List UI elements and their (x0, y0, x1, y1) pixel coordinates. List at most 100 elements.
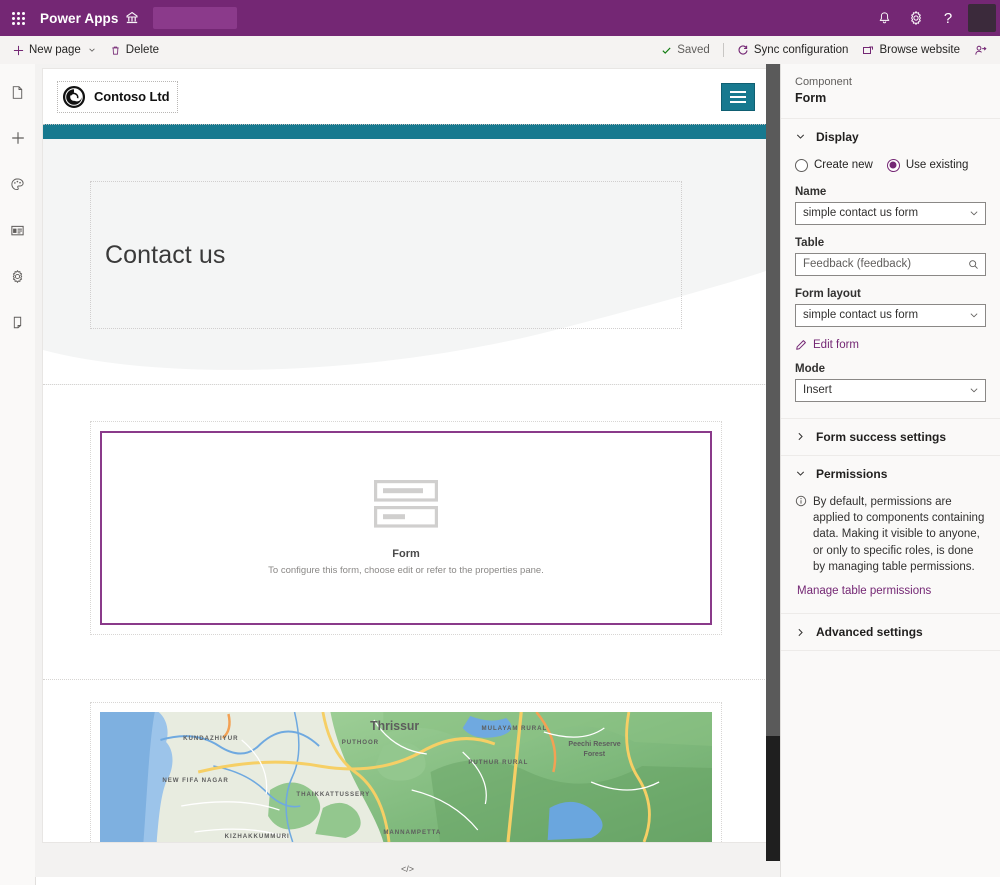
theme-palette-icon (11, 177, 24, 190)
accordion-permissions-body: By default, permissions are applied to c… (781, 494, 1000, 614)
brand-title[interactable]: Power Apps (40, 11, 119, 26)
mode-dropdown[interactable]: Insert (795, 378, 986, 402)
sidebar-item-pages[interactable] (2, 76, 34, 108)
delete-button[interactable]: Delete (103, 37, 166, 63)
code-view-icon[interactable]: </> (401, 864, 414, 874)
accordion-advanced-header[interactable]: Advanced settings (781, 614, 1000, 650)
delete-label: Delete (125, 44, 160, 56)
form-section: Form To configure this form, choose edit… (43, 385, 769, 680)
contoso-logo-icon (62, 85, 86, 108)
accordion-advanced: Advanced settings (781, 614, 1000, 652)
manage-table-permissions-link[interactable]: Manage table permissions (797, 585, 931, 597)
browse-website-label: Browse website (879, 44, 960, 56)
name-dropdown[interactable]: simple contact us form (795, 201, 986, 225)
hero-text-block[interactable]: Contact us (90, 181, 682, 329)
table-value: Feedback (feedback) (803, 258, 912, 271)
design-canvas[interactable]: Contoso Ltd Contact us Form To configure… (35, 64, 780, 877)
svg-text:KIZHAKKUMMURI: KIZHAKKUMMURI (225, 833, 290, 840)
mode-label: Mode (795, 362, 826, 375)
chevron-down-icon (970, 388, 978, 393)
name-label: Name (795, 185, 827, 198)
accordion-form-success-header[interactable]: Form success settings (781, 419, 1000, 455)
command-divider (722, 43, 724, 57)
map-label-thrissur: Thrissur (370, 719, 419, 733)
avatar-image (968, 4, 996, 32)
accordion-permissions: Permissions By default, permissions are … (781, 456, 1000, 615)
canvas-scrollbar[interactable] (766, 64, 780, 877)
site-logo[interactable]: Contoso Ltd (57, 80, 179, 113)
accordion-display-header[interactable]: Display (781, 119, 1000, 155)
settings-gear-icon (12, 269, 23, 283)
saved-label: Saved (677, 44, 710, 56)
help-glyph: ? (943, 9, 953, 27)
permissions-note-text: By default, permissions are applied to c… (813, 495, 985, 574)
accordion-display: Display Create new Use existing Name sim… (781, 119, 1000, 419)
help-icon[interactable]: ? (932, 0, 964, 36)
search-icon (969, 259, 978, 269)
power-apps-designer: Power Apps ? New page Delete Saved Sync … (0, 0, 1000, 885)
form-layout-value: simple contact us form (803, 309, 919, 322)
accordion-form-success-title: Form success settings (816, 429, 947, 444)
avatar[interactable] (964, 0, 1000, 36)
chevron-down-icon (796, 471, 805, 476)
sidebar-item-templates[interactable] (2, 214, 34, 246)
svg-text:NEW FIFA NAGAR: NEW FIFA NAGAR (162, 777, 228, 784)
bell-icon[interactable] (868, 0, 900, 36)
chevron-down-icon (970, 211, 978, 216)
gear-icon[interactable] (900, 0, 932, 36)
accordion-permissions-header[interactable]: Permissions (781, 456, 1000, 492)
permissions-note: By default, permissions are applied to c… (795, 494, 986, 576)
left-rail (0, 64, 36, 885)
map-section: Thrissur KUNDAZHIYUR NEW FIFA NAGAR THAI… (43, 680, 769, 842)
map-component[interactable]: Thrissur KUNDAZHIYUR NEW FIFA NAGAR THAI… (100, 712, 712, 842)
external-window-icon (863, 46, 874, 54)
sidebar-item-device-preview[interactable] (2, 306, 34, 338)
svg-text:MULAYAM RURAL: MULAYAM RURAL (482, 725, 548, 732)
properties-panel-header: Component Form (781, 64, 1000, 119)
device-preview-icon (13, 316, 22, 328)
form-component-selected[interactable]: Form To configure this form, choose edit… (100, 431, 712, 625)
share-button[interactable] (967, 37, 994, 63)
svg-text:PUTHUR RURAL: PUTHUR RURAL (468, 759, 528, 766)
form-placeholder-title: Form (392, 548, 420, 560)
hero-section[interactable]: Contact us (43, 139, 769, 385)
radio-use-existing-dot (886, 158, 900, 172)
accordion-permissions-title: Permissions (816, 466, 888, 481)
sidebar-item-settings[interactable] (2, 260, 34, 292)
site-logo-text: Contoso Ltd (94, 89, 170, 104)
browse-website-button[interactable]: Browse website (855, 37, 967, 63)
component-title: Form (795, 90, 827, 105)
add-icon (11, 132, 24, 144)
accordion-form-success: Form success settings (781, 419, 1000, 456)
svg-text:PUTHOOR: PUTHOOR (342, 739, 379, 746)
command-bar: New page Delete Saved Sync configuration… (0, 36, 1000, 65)
chevron-down-icon (970, 313, 978, 318)
chevron-right-icon (798, 628, 803, 636)
app-launcher-icon[interactable] (0, 0, 36, 36)
name-value: simple contact us form (803, 207, 919, 220)
map-section-container[interactable]: Thrissur KUNDAZHIYUR NEW FIFA NAGAR THAI… (90, 702, 722, 842)
environment-icon[interactable] (119, 5, 145, 31)
pages-icon (12, 85, 23, 99)
radio-create-new-dot (795, 158, 808, 172)
radio-use-existing[interactable]: Use existing (886, 158, 969, 172)
form-icon (374, 480, 438, 528)
hamburger-menu-icon[interactable] (721, 82, 755, 111)
radio-create-new[interactable]: Create new (795, 158, 873, 172)
component-kicker: Component (795, 76, 852, 88)
radio-use-existing-label: Use existing (905, 159, 969, 172)
svg-text:KUNDAZHIYUR: KUNDAZHIYUR (183, 735, 238, 742)
sync-configuration-button[interactable]: Sync configuration (730, 37, 856, 63)
form-layout-dropdown[interactable]: simple contact us form (795, 303, 986, 327)
table-label: Table (795, 236, 825, 249)
sidebar-item-theme[interactable] (2, 168, 34, 200)
plus-icon (13, 45, 24, 55)
form-section-container[interactable]: Form To configure this form, choose edit… (90, 421, 722, 635)
edit-form-link[interactable]: Edit form (795, 339, 859, 351)
canvas-scrollbar-thumb[interactable] (766, 736, 780, 877)
sidebar-item-add[interactable] (2, 122, 34, 154)
new-page-button[interactable]: New page (6, 37, 103, 63)
trash-icon (112, 46, 119, 55)
table-search-field[interactable]: Feedback (feedback) (795, 252, 986, 276)
website-page: Contoso Ltd Contact us Form To configure… (42, 68, 770, 843)
